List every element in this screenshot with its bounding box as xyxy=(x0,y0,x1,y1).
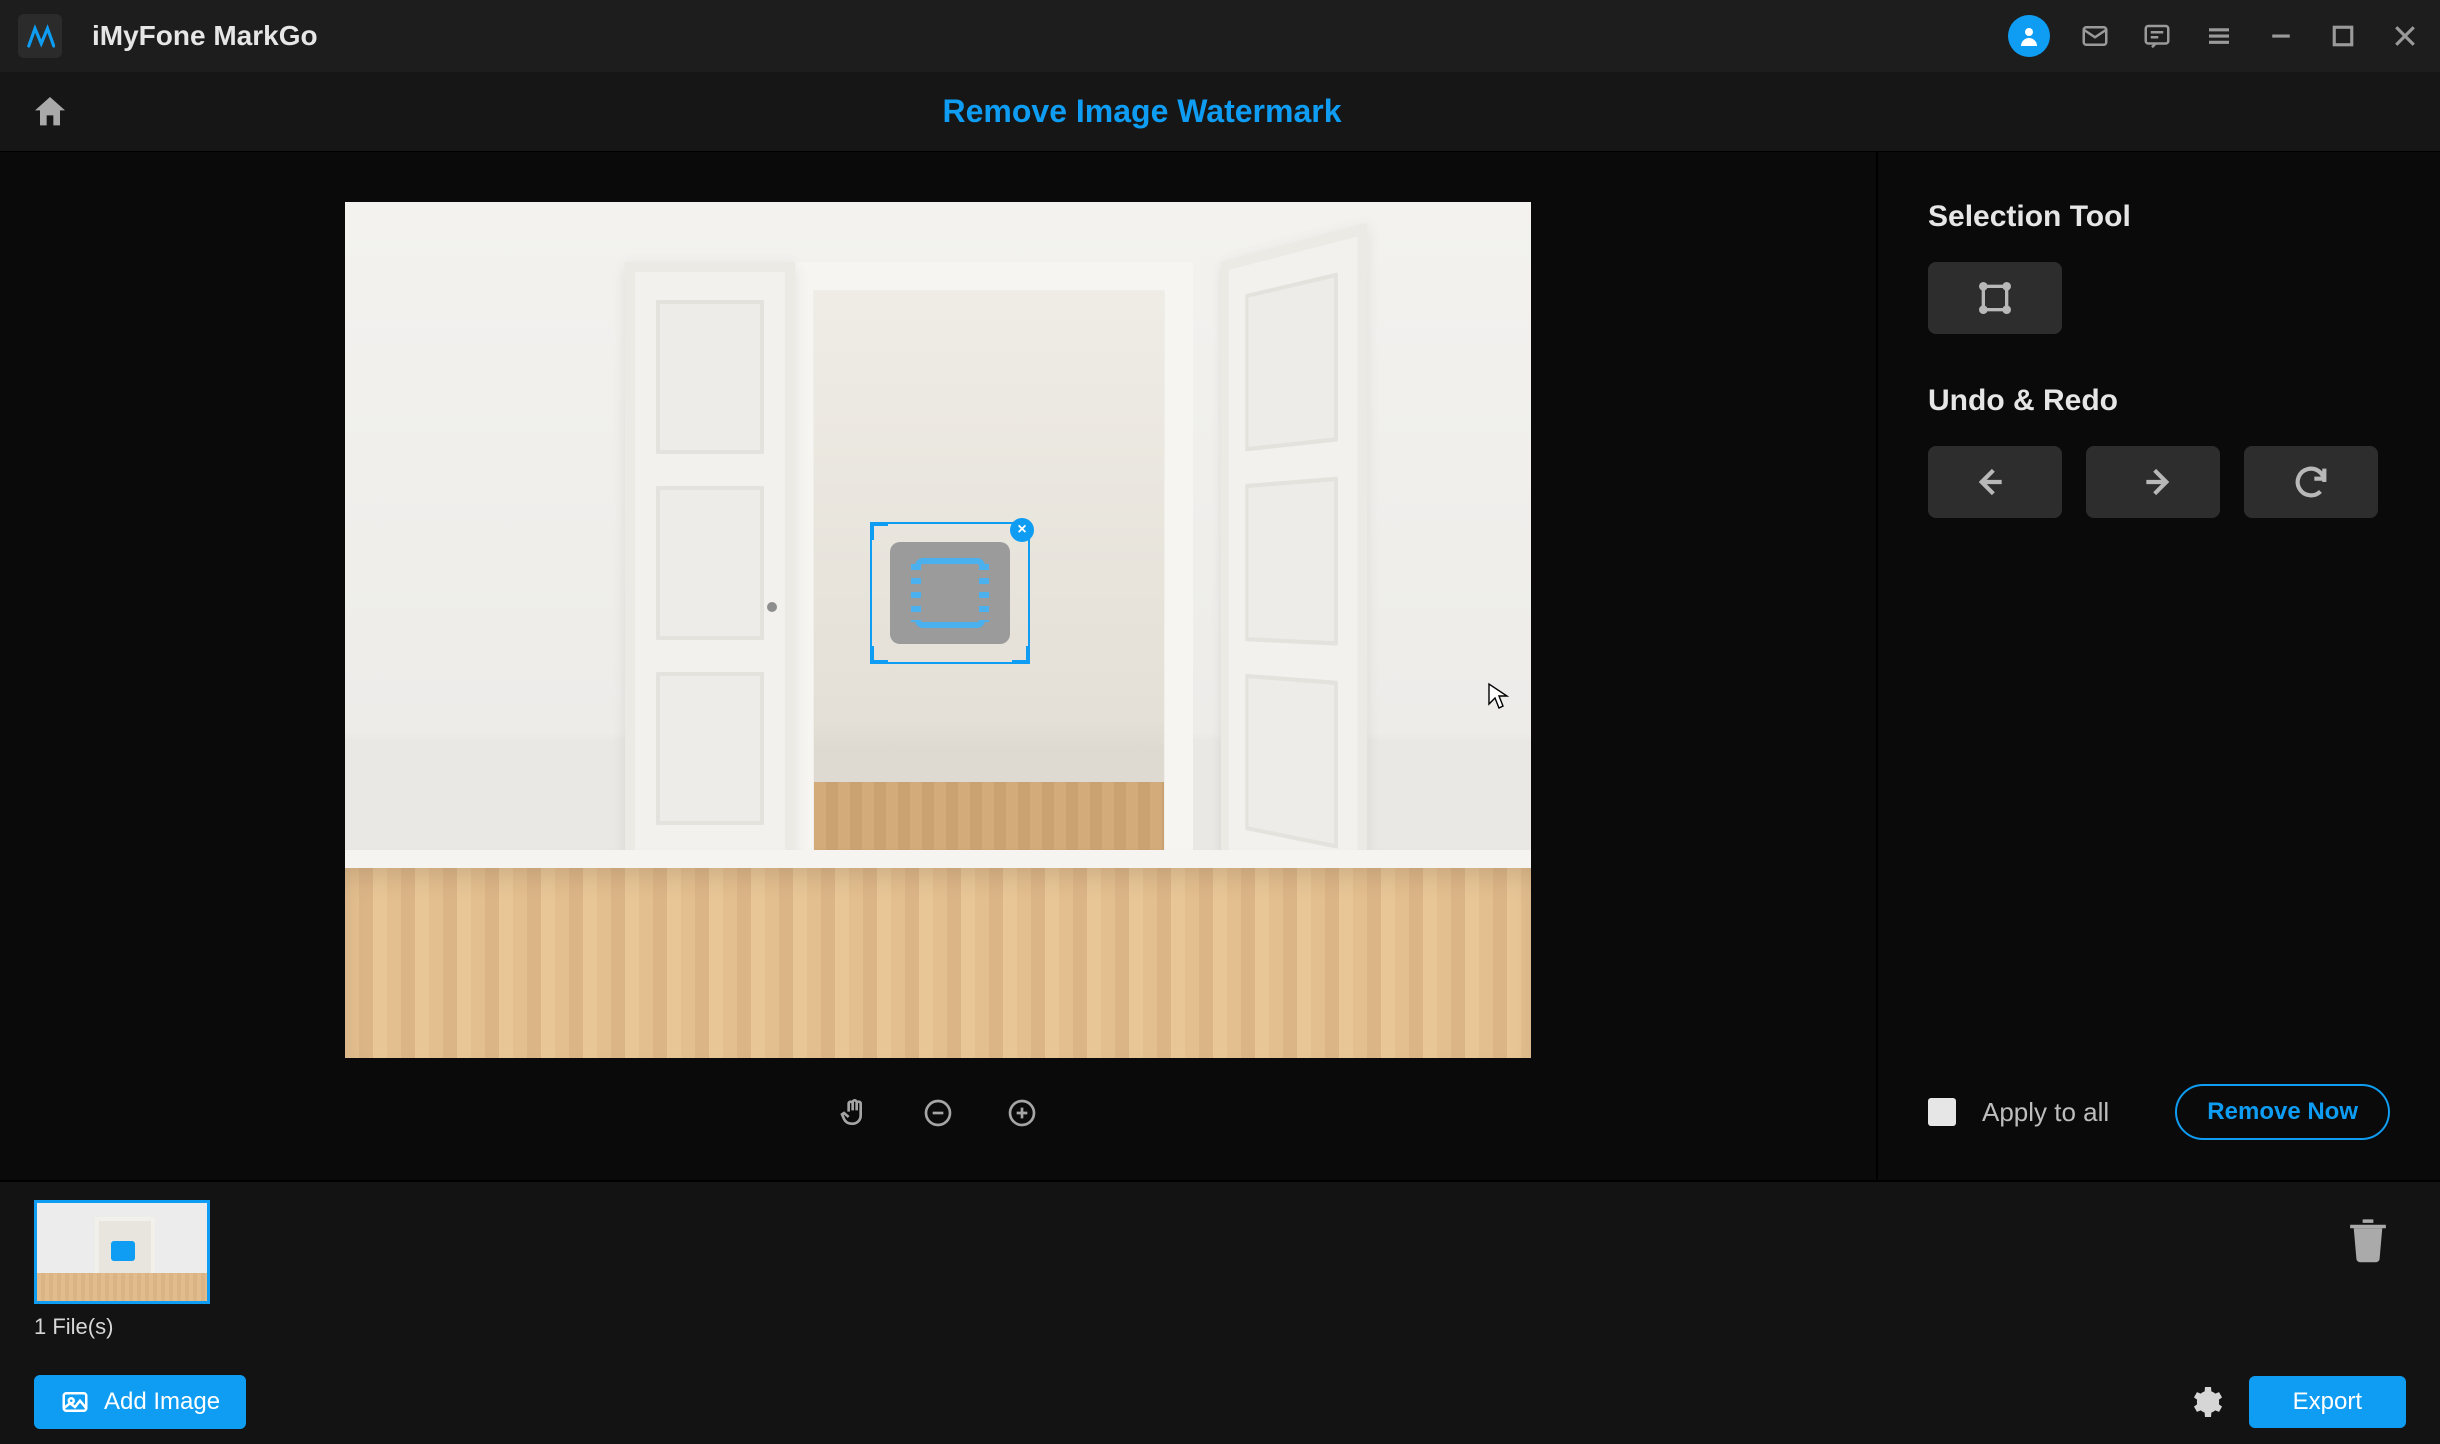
selection-close-button[interactable]: × xyxy=(1010,518,1034,542)
canvas-area: × xyxy=(0,152,1878,1180)
image-canvas[interactable]: × xyxy=(345,202,1531,1058)
pan-tool[interactable] xyxy=(835,1094,873,1132)
user-account-button[interactable] xyxy=(2008,15,2050,57)
floor xyxy=(345,868,1531,1058)
watermark-content xyxy=(890,542,1010,644)
home-button[interactable] xyxy=(28,90,72,134)
titlebar-controls xyxy=(2008,15,2422,57)
apply-to-all-checkbox[interactable] xyxy=(1928,1098,1956,1126)
cursor-icon xyxy=(1487,682,1511,710)
selection-handle-tl[interactable] xyxy=(870,522,888,540)
selection-handle-bl[interactable] xyxy=(870,646,888,664)
delete-button[interactable] xyxy=(2346,1214,2390,1264)
file-count-label: 1 File(s) xyxy=(34,1314,2406,1340)
page-title: Remove Image Watermark xyxy=(72,93,2212,130)
add-image-label: Add Image xyxy=(104,1388,220,1416)
menu-icon[interactable] xyxy=(2202,19,2236,53)
sidebar-bottom-row: Apply to all Remove Now xyxy=(1928,1084,2390,1140)
film-icon xyxy=(915,558,985,628)
app-logo xyxy=(18,14,62,58)
export-button[interactable]: Export xyxy=(2249,1376,2406,1428)
minimize-button[interactable] xyxy=(2264,19,2298,53)
subheader: Remove Image Watermark xyxy=(0,72,2440,152)
rectangle-select-tool[interactable] xyxy=(1928,262,2062,334)
undo-redo-title: Undo & Redo xyxy=(1928,384,2390,418)
app-title: iMyFone MarkGo xyxy=(92,20,318,52)
right-door xyxy=(1221,223,1367,942)
add-image-button[interactable]: Add Image xyxy=(34,1375,246,1429)
left-door xyxy=(625,262,795,902)
right-sidebar: Selection Tool Undo & Redo Apply to all … xyxy=(1878,152,2440,1180)
undo-button[interactable] xyxy=(1928,446,2062,518)
thumbnail-strip: 1 File(s) xyxy=(0,1180,2440,1360)
maximize-button[interactable] xyxy=(2326,19,2360,53)
zoom-in-button[interactable] xyxy=(1003,1094,1041,1132)
settings-button[interactable] xyxy=(2185,1382,2225,1422)
titlebar: iMyFone MarkGo xyxy=(0,0,2440,72)
redo-button[interactable] xyxy=(2086,446,2220,518)
zoom-out-button[interactable] xyxy=(919,1094,957,1132)
reset-button[interactable] xyxy=(2244,446,2378,518)
mail-icon[interactable] xyxy=(2078,19,2112,53)
remove-now-button[interactable]: Remove Now xyxy=(2175,1084,2390,1140)
canvas-toolbar xyxy=(835,1094,1041,1132)
selection-handle-br[interactable] xyxy=(1012,646,1030,664)
feedback-icon[interactable] xyxy=(2140,19,2174,53)
close-button[interactable] xyxy=(2388,19,2422,53)
apply-to-all-label: Apply to all xyxy=(1982,1097,2149,1128)
watermark-selection[interactable]: × xyxy=(870,522,1030,664)
image-thumbnail[interactable] xyxy=(34,1200,210,1304)
main-area: × Selection To xyxy=(0,152,2440,1180)
selection-tool-title: Selection Tool xyxy=(1928,200,2390,234)
footer: Add Image Export xyxy=(0,1360,2440,1444)
